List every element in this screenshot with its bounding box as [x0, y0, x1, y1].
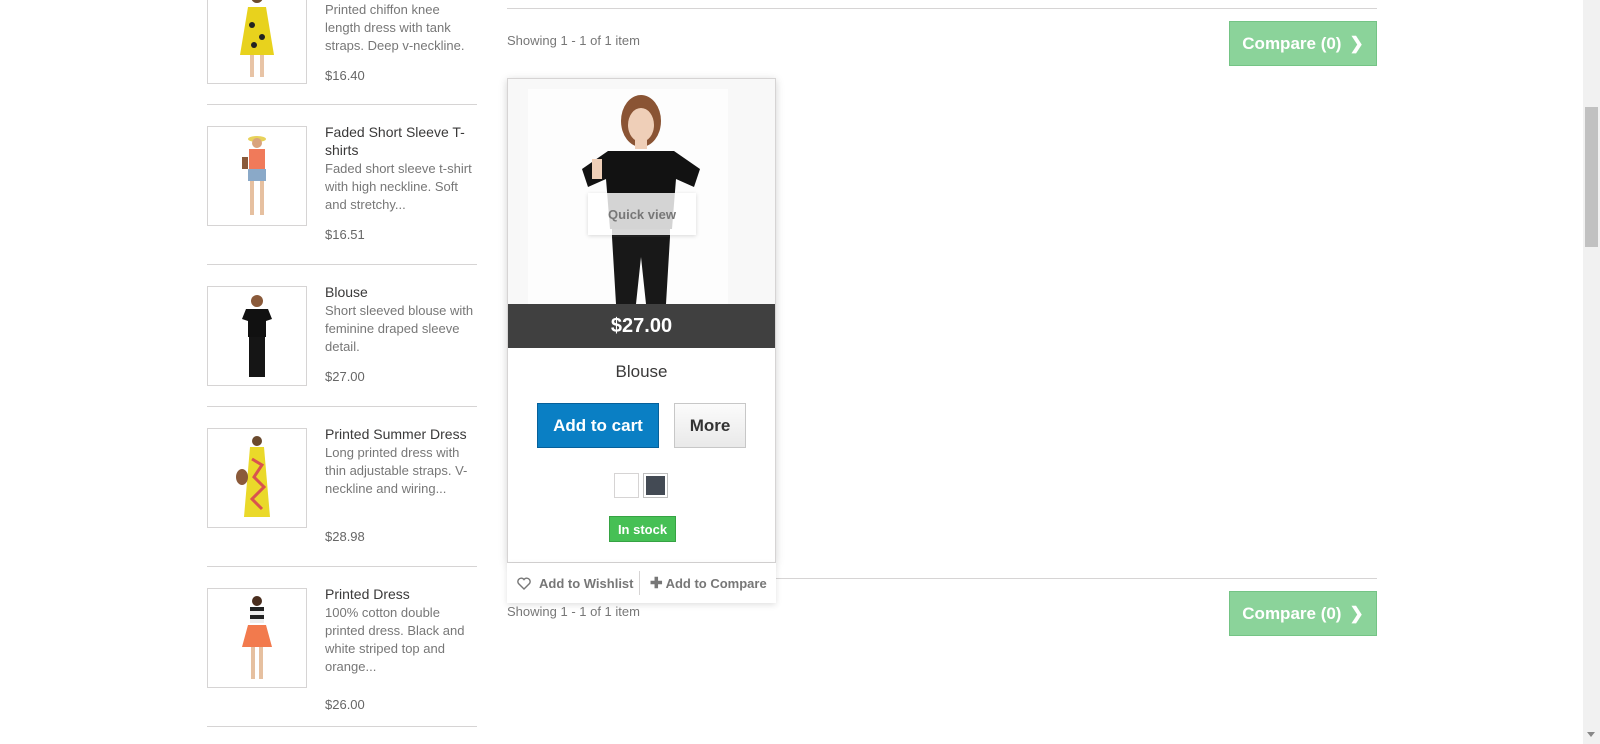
wishlist-label: Add to Wishlist — [539, 575, 634, 591]
product-name[interactable]: Printed Summer Dress — [325, 425, 477, 443]
scrollbar-thumb[interactable] — [1585, 107, 1598, 247]
product-price: $16.40 — [325, 68, 365, 83]
scrollbar[interactable] — [1583, 0, 1600, 744]
list-item: Printed Summer Dress Long printed dress … — [207, 407, 477, 567]
product-thumbnail[interactable] — [207, 0, 307, 84]
product-price: $27.00 — [508, 304, 775, 348]
product-thumbnail[interactable] — [207, 126, 307, 226]
product-price: $28.98 — [325, 529, 365, 544]
product-name[interactable]: Blouse — [508, 362, 775, 382]
add-to-compare-link[interactable]: ✚ Add to Compare — [640, 574, 767, 592]
compare-label: Compare (0) — [1242, 33, 1342, 53]
showing-count: Showing 1 - 1 of 1 item — [507, 604, 640, 619]
product-name[interactable]: Printed Dress — [325, 585, 477, 603]
product-description: 100% cotton double printed dress. Black … — [325, 605, 465, 674]
compare-button[interactable]: Compare (0) ❯ — [1229, 21, 1377, 66]
scroll-down-arrow-icon[interactable] — [1587, 732, 1595, 737]
showing-count: Showing 1 - 1 of 1 item — [507, 33, 640, 48]
product-thumbnail[interactable] — [207, 588, 307, 688]
quick-view-button[interactable]: Quick view — [588, 193, 696, 235]
list-item: Printed Dress 100% cotton double printed… — [207, 567, 477, 727]
product-price: $26.00 — [325, 697, 365, 712]
product-price: $16.51 — [325, 227, 365, 242]
compare-button[interactable]: Compare (0) ❯ — [1229, 591, 1377, 636]
product-image[interactable]: Quick view — [508, 79, 775, 304]
add-to-cart-button[interactable]: Add to cart — [537, 403, 659, 448]
chevron-right-icon: ❯ — [1349, 33, 1364, 53]
product-card-footer: Add to Wishlist ✚ Add to Compare — [507, 563, 776, 603]
compare-link-label: Add to Compare — [665, 575, 767, 591]
stock-badge: In stock — [609, 516, 676, 542]
plus-icon: ✚ — [650, 575, 663, 592]
product-thumbnail[interactable] — [207, 286, 307, 386]
list-item: Blouse Short sleeved blouse with feminin… — [207, 265, 477, 407]
color-swatch-white[interactable] — [614, 473, 639, 498]
product-name[interactable]: Faded Short Sleeve T-shirts — [325, 123, 477, 159]
more-button[interactable]: More — [674, 403, 746, 448]
product-description: Short sleeved blouse with feminine drape… — [325, 303, 474, 354]
product-card: Quick view $27.00 Blouse Add to cart Mor… — [507, 78, 776, 563]
product-name[interactable]: Blouse — [325, 283, 477, 301]
product-thumbnail[interactable] — [207, 428, 307, 528]
compare-label: Compare (0) — [1242, 603, 1342, 623]
heart-icon — [517, 576, 531, 590]
color-swatch-dark[interactable] — [643, 473, 668, 498]
product-price: $27.00 — [325, 369, 365, 384]
chevron-right-icon: ❯ — [1349, 603, 1364, 623]
product-description: Long printed dress with thin adjustable … — [325, 445, 468, 496]
add-to-wishlist-link[interactable]: Add to Wishlist — [507, 571, 640, 595]
product-description: Printed chiffon knee length dress with t… — [325, 2, 465, 53]
list-item: Printed chiffon knee length dress with t… — [207, 0, 477, 105]
list-item: Faded Short Sleeve T-shirts Faded short … — [207, 105, 477, 265]
divider — [507, 8, 1377, 9]
product-description: Faded short sleeve t-shirt with high nec… — [325, 161, 472, 212]
